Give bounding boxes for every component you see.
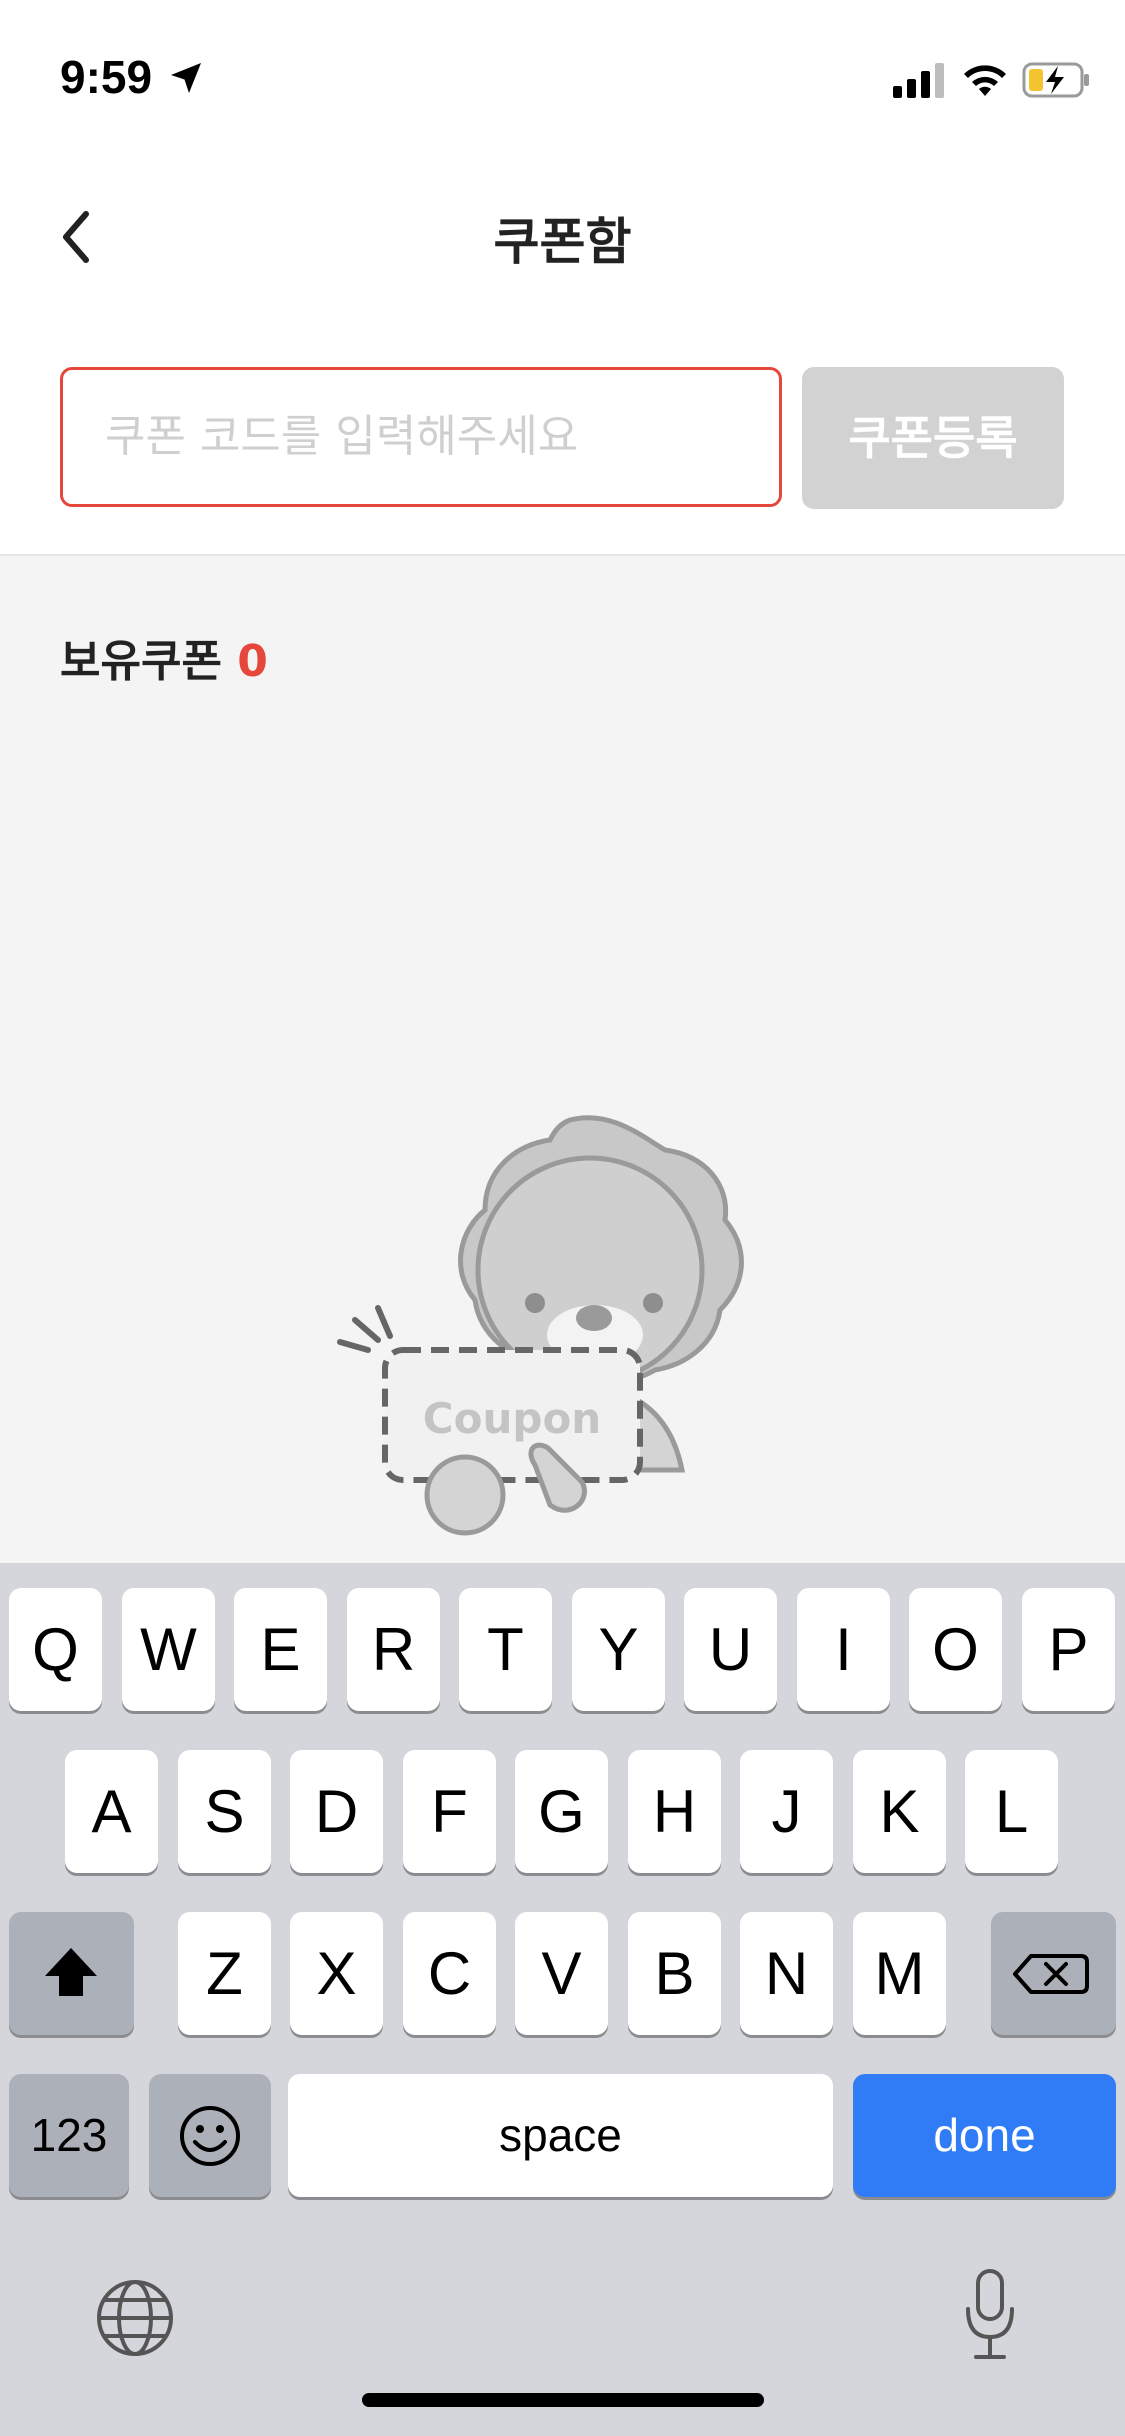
emoji-icon (180, 2106, 240, 2166)
key-a[interactable]: A (65, 1750, 158, 1873)
empty-coupon-illustration: Coupon (337, 1115, 744, 1536)
key-d[interactable]: D (290, 1750, 383, 1873)
key-p[interactable]: P (1022, 1588, 1115, 1711)
key-h[interactable]: H (628, 1750, 721, 1873)
microphone-icon[interactable] (960, 2265, 1020, 2365)
owned-coupons-count: 0 (237, 636, 268, 687)
divider (0, 554, 1125, 556)
coupon-code-input[interactable]: 쿠폰 코드를 입력해주세요 (60, 367, 782, 507)
keyboard: Q W E R T Y U I O P A S D F G H J K L Z … (0, 1563, 1125, 2436)
key-l[interactable]: L (965, 1750, 1058, 1873)
key-w[interactable]: W (122, 1588, 215, 1711)
key-f[interactable]: F (403, 1750, 496, 1873)
emoji-key[interactable] (149, 2074, 271, 2197)
key-b[interactable]: B (628, 1912, 721, 2035)
key-k[interactable]: K (853, 1750, 946, 1873)
owned-coupons-text: 보유쿠폰 (60, 636, 222, 687)
wifi-icon (964, 65, 1006, 96)
key-e[interactable]: E (234, 1588, 327, 1711)
battery-charging-icon (1022, 62, 1089, 98)
page-title: 쿠폰함 (493, 213, 632, 271)
key-s[interactable]: S (178, 1750, 271, 1873)
backspace-icon (1013, 1954, 1089, 1994)
key-i[interactable]: I (797, 1588, 890, 1711)
key-g[interactable]: G (515, 1750, 608, 1873)
numbers-key[interactable]: 123 (9, 2074, 129, 2197)
key-t[interactable]: T (459, 1588, 552, 1711)
shift-key[interactable] (9, 1912, 134, 2035)
key-m[interactable]: M (853, 1912, 946, 2035)
key-n[interactable]: N (740, 1912, 833, 2035)
register-coupon-button[interactable]: 쿠폰등록 (802, 367, 1064, 509)
key-x[interactable]: X (290, 1912, 383, 2035)
key-c[interactable]: C (403, 1912, 496, 2035)
delete-key[interactable] (991, 1912, 1116, 2035)
shift-arrow-icon (45, 1948, 97, 1996)
status-time: 9:59 (60, 51, 153, 103)
key-v[interactable]: V (515, 1912, 608, 2035)
key-y[interactable]: Y (572, 1588, 665, 1711)
navigation-bar: 쿠폰함 (0, 180, 1125, 290)
owned-coupons-label: 보유쿠폰 0 (60, 625, 268, 689)
key-z[interactable]: Z (178, 1912, 271, 2035)
key-r[interactable]: R (347, 1588, 440, 1711)
cellular-signal-icon (893, 63, 944, 98)
done-key[interactable]: done (853, 2074, 1116, 2197)
home-indicator[interactable] (362, 2393, 764, 2407)
space-key[interactable]: space (288, 2074, 833, 2197)
location-arrow-icon (171, 63, 201, 93)
globe-icon[interactable] (92, 2275, 178, 2361)
key-j[interactable]: J (740, 1750, 833, 1873)
key-q[interactable]: Q (9, 1588, 102, 1711)
key-u[interactable]: U (684, 1588, 777, 1711)
status-bar: 9:59 (0, 0, 1125, 160)
coupon-card-text: Coupon (423, 1394, 601, 1443)
key-o[interactable]: O (909, 1588, 1002, 1711)
